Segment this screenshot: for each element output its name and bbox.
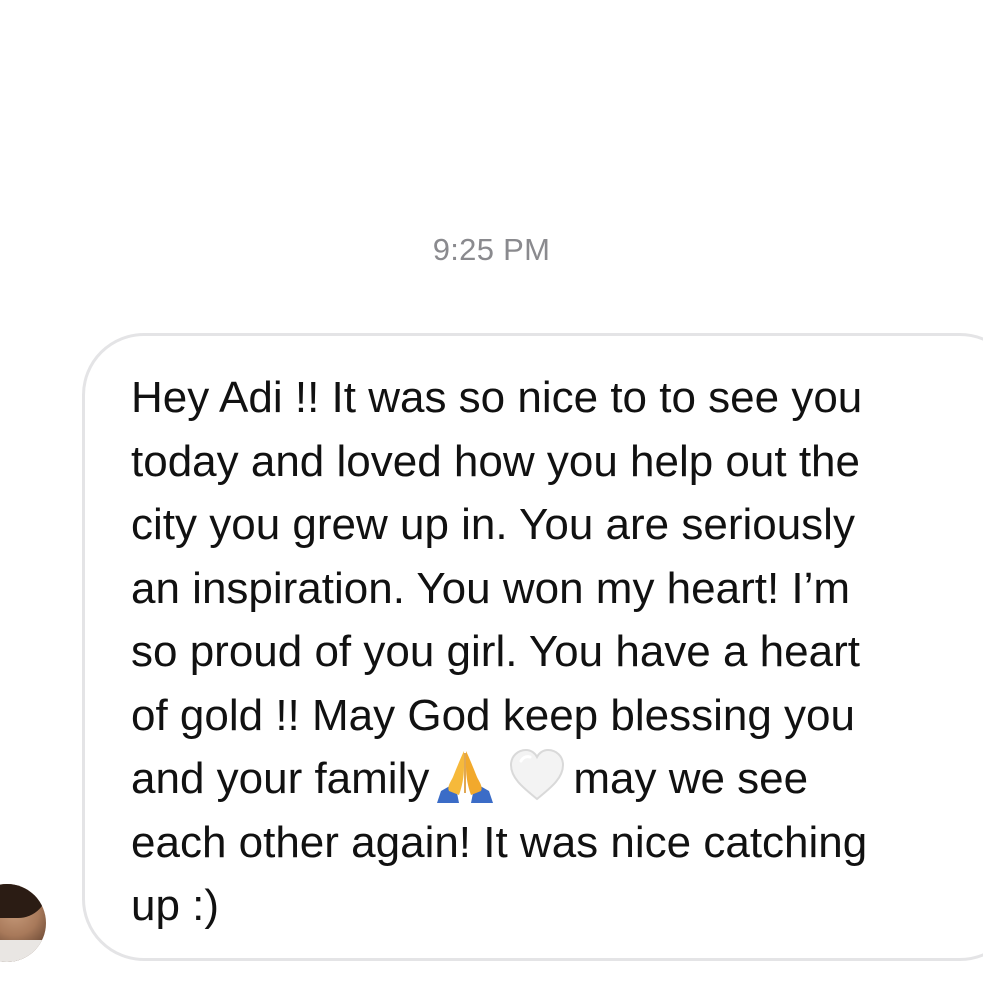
message-line-with-emoji: and your family may we see bbox=[131, 747, 961, 811]
message-line: of gold !! May God keep blessing you bbox=[131, 690, 855, 740]
avatar[interactable] bbox=[0, 884, 46, 962]
message-fragment: may we see bbox=[573, 754, 809, 803]
folded-hands-icon bbox=[437, 751, 494, 803]
message-line: an inspiration. You won my heart! I’m bbox=[131, 563, 851, 613]
message-line: Hey Adi !! It was so nice to to see you bbox=[131, 373, 863, 422]
white-heart-icon bbox=[510, 748, 565, 801]
message-line: each other again! It was nice catching bbox=[131, 817, 868, 867]
message-line: city you grew up in. You are seriously bbox=[131, 500, 855, 549]
message-line: so proud of you girl. You have a heart bbox=[131, 627, 860, 676]
avatar-shirt bbox=[0, 940, 46, 962]
message-timestamp: 9:25 PM bbox=[432, 232, 551, 267]
chat-thread: 9:25 PM Hey Adi !! It was so nice to to … bbox=[0, 0, 983, 983]
message-line: up :) bbox=[131, 881, 220, 930]
message-text: Hey Adi !! It was so nice to to see you … bbox=[131, 366, 961, 938]
message-fragment: and your family bbox=[131, 754, 430, 803]
avatar-hair bbox=[0, 884, 46, 918]
message-line: today and loved how you help out the bbox=[131, 436, 860, 486]
